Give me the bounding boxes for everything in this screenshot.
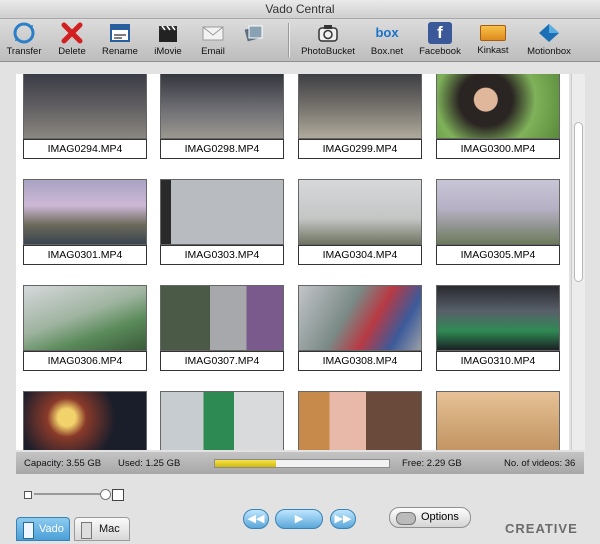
video-count-label: No. of videos: 36 [504,458,576,469]
mac-icon [81,522,92,539]
video-filename: IMAG0306.MP4 [23,351,147,371]
transfer-button[interactable]: Transfer [4,19,44,61]
options-button[interactable]: Options [389,507,471,528]
video-thumbnail[interactable]: IMAG0305.MP4 [436,179,560,265]
video-thumbnail[interactable]: IMAG0300.MP4 [436,74,560,159]
window-title: Vado Central [0,0,600,19]
video-preview [160,285,284,351]
motionbox-icon [539,24,559,42]
video-thumbnail[interactable]: IMAG0304.MP4 [298,179,422,265]
storage-used-fill [215,460,276,467]
email-button[interactable]: Email [196,19,230,61]
fast-forward-button[interactable]: ▶▶ [330,509,356,529]
video-thumbnail[interactable]: IMAG0307.MP4 [160,285,284,371]
video-preview [23,391,147,450]
thumbnail-size-slider[interactable] [24,489,124,501]
device-tab-vado[interactable]: Vado [16,517,70,541]
video-filename: IMAG0298.MP4 [160,139,284,159]
video-filename: IMAG0294.MP4 [23,139,147,159]
fast-forward-icon: ▶▶ [334,513,352,525]
photobucket-button[interactable]: PhotoBucket [299,19,357,61]
video-preview [298,285,422,351]
video-preview [436,391,560,450]
brand-logo: CREATIVE [505,521,578,536]
video-preview [23,285,147,351]
delete-button[interactable]: Delete [54,19,90,61]
rename-button[interactable]: Rename [101,19,139,61]
video-thumbnail[interactable]: IMAG0306.MP4 [23,285,147,371]
video-filename: IMAG0305.MP4 [436,245,560,265]
device-tab-mac[interactable]: Mac [74,517,130,541]
video-filename: IMAG0299.MP4 [298,139,422,159]
toolbar: Transfer Delete Rename iMovie Email Phot… [0,19,600,62]
toolbar-separator [288,23,289,57]
play-button[interactable]: ▶ [275,509,323,529]
video-preview [160,74,284,139]
slider-knob[interactable] [100,489,111,500]
video-preview [436,74,560,139]
video-preview [298,391,422,450]
used-label: Used: 1.25 GB [118,458,181,469]
imovie-button[interactable]: iMovie [150,19,186,61]
video-preview [436,179,560,245]
video-preview [298,74,422,139]
video-thumbnail[interactable]: IMAG0294.MP4 [23,74,147,159]
play-icon: ▶ [294,513,304,525]
camera-device-icon [23,522,34,539]
storage-usage-bar [214,459,390,468]
video-preview [160,391,284,450]
video-filename: IMAG0301.MP4 [23,245,147,265]
delete-icon [61,22,83,44]
video-thumbnail[interactable] [298,391,422,450]
toggle-icon [396,512,416,525]
kinkast-button[interactable]: Kinkast [474,19,512,61]
rewind-icon: ◀◀ [247,513,265,525]
video-filename: IMAG0304.MP4 [298,245,422,265]
photo-stack-button[interactable] [239,19,269,61]
capacity-label: Capacity: 3.55 GB [24,458,102,469]
rewind-button[interactable]: ◀◀ [243,509,269,529]
rename-icon [110,24,130,42]
video-filename: IMAG0307.MP4 [160,351,284,371]
video-thumbnail[interactable]: IMAG0303.MP4 [160,179,284,265]
video-filename: IMAG0310.MP4 [436,351,560,371]
video-thumbnail[interactable]: IMAG0301.MP4 [23,179,147,265]
video-thumbnail[interactable]: IMAG0310.MP4 [436,285,560,371]
scrollbar-thumb[interactable] [574,122,583,282]
clapperboard-icon [159,25,177,42]
video-preview [23,179,147,245]
boxnet-button[interactable]: box Box.net [368,19,406,61]
facebook-button[interactable]: f Facebook [418,19,462,61]
slider-track [34,493,108,495]
video-grid: IMAG0294.MP4 IMAG0298.MP4 IMAG0299.MP4 I… [16,74,569,450]
kinkast-icon [480,25,506,41]
vertical-scrollbar[interactable] [571,74,585,450]
facebook-icon: f [428,22,452,44]
video-preview [298,179,422,245]
video-thumbnail[interactable]: IMAG0308.MP4 [298,285,422,371]
small-thumbnail-icon [24,491,32,499]
video-filename: IMAG0303.MP4 [160,245,284,265]
camera-icon [318,25,338,42]
free-label: Free: 2.29 GB [402,458,462,469]
video-thumbnail[interactable]: IMAG0299.MP4 [298,74,422,159]
video-thumbnail[interactable] [160,391,284,450]
video-thumbnail[interactable] [436,391,560,450]
video-thumbnail[interactable]: IMAG0298.MP4 [160,74,284,159]
motionbox-button[interactable]: Motionbox [522,19,576,61]
video-thumbnail[interactable] [23,391,147,450]
video-preview [160,179,284,245]
video-preview [23,74,147,139]
video-filename: IMAG0300.MP4 [436,139,560,159]
large-thumbnail-icon [112,489,124,501]
app-window: Vado Central Transfer Delete Rename iMov… [0,0,600,544]
video-preview [436,285,560,351]
video-filename: IMAG0308.MP4 [298,351,422,371]
status-bar: Capacity: 3.55 GB Used: 1.25 GB Free: 2.… [16,452,584,474]
photo-stack-icon [244,25,263,42]
transfer-icon [13,22,35,44]
envelope-icon [202,26,224,41]
box-logo-icon: box [375,25,399,40]
